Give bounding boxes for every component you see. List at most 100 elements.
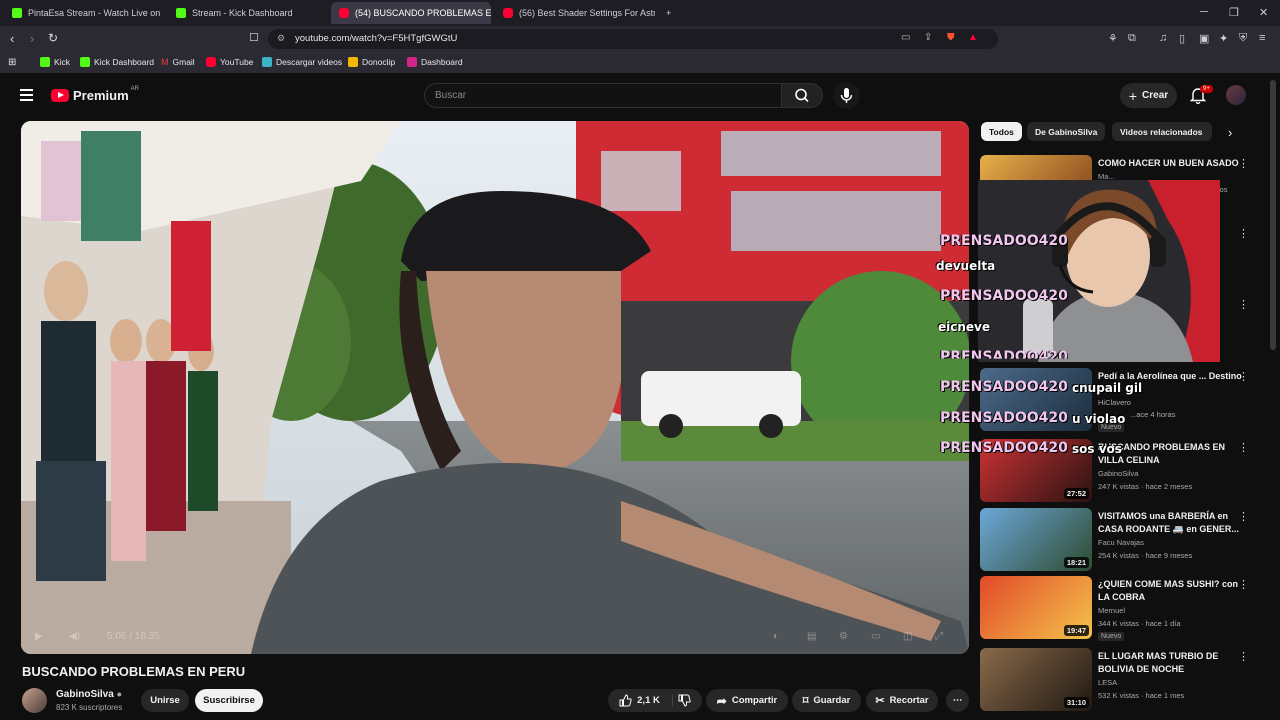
like-button[interactable]: 2,1 K bbox=[619, 694, 673, 707]
video-player[interactable]: ▶ ◀) 5:06 / 18:35 ◐ ▤ ⚙ ▭ ◫ ⤢ bbox=[21, 121, 969, 654]
tab-youtube-shader[interactable]: (56) Best Shader Settings For Astral.e bbox=[495, 2, 655, 24]
more-vert-icon[interactable]: ⋮ bbox=[1238, 441, 1249, 454]
more-actions-button[interactable]: ⋯ bbox=[946, 689, 969, 712]
chip-todos[interactable]: Todos bbox=[981, 122, 1022, 141]
fullscreen-icon[interactable]: ⤢ bbox=[935, 631, 943, 642]
chat-user: PRENSADOO420 bbox=[940, 410, 1068, 426]
forward-icon[interactable]: › bbox=[30, 31, 34, 46]
new-tab-button[interactable]: + bbox=[658, 2, 679, 24]
youtube-premium-logo[interactable]: Premium AR bbox=[51, 86, 139, 103]
kick-icon bbox=[80, 57, 90, 67]
cast-icon[interactable]: ◫ bbox=[903, 631, 912, 642]
clip-button[interactable]: ✂ Recortar bbox=[866, 689, 938, 712]
bookmark-kick[interactable]: Kick bbox=[40, 57, 70, 67]
bookmark-donoclip[interactable]: Donoclip bbox=[348, 57, 395, 67]
minimize-icon[interactable]: ─ bbox=[1200, 6, 1208, 18]
site-info-icon[interactable]: ⚙ bbox=[277, 33, 285, 44]
channel-avatar[interactable] bbox=[22, 688, 47, 713]
time-display: 5:06 / 18:35 bbox=[107, 631, 160, 642]
bookmark-youtube[interactable]: YouTube bbox=[206, 57, 253, 67]
share-icon: ➦ bbox=[716, 693, 727, 708]
brave-rewards-icon[interactable]: ▲ bbox=[968, 32, 978, 43]
subtitles-icon[interactable]: ▤ bbox=[807, 631, 816, 642]
extensions-icon[interactable]: ⚘ bbox=[1108, 32, 1118, 45]
list-item[interactable]: 31:10 EL LUGAR MAS TURBIO DE BOLIVIA DE … bbox=[980, 648, 1250, 712]
bookmark-kick-dashboard[interactable]: Kick Dashboard bbox=[80, 57, 154, 67]
search-button[interactable] bbox=[781, 83, 823, 108]
chat-user: PRENSADOO420 bbox=[940, 440, 1068, 456]
bookmark-icon[interactable]: ☐ bbox=[249, 31, 259, 44]
list-item[interactable]: 19:47 ¿QUIEN COME MAS SUSHI? con LA COBR… bbox=[980, 576, 1250, 641]
back-icon[interactable]: ‹ bbox=[10, 31, 14, 46]
more-vert-icon[interactable]: ⋮ bbox=[1238, 650, 1249, 663]
verified-icon: ● bbox=[116, 689, 123, 699]
create-button[interactable]: + Crear bbox=[1120, 83, 1177, 108]
player-controls: ▶ ◀) 5:06 / 18:35 ◐ ▤ ⚙ ▭ ◫ ⤢ bbox=[21, 618, 969, 654]
apps-icon[interactable]: ⊞ bbox=[8, 57, 16, 68]
more-vert-icon[interactable]: ⋮ bbox=[1238, 578, 1249, 591]
install-icon[interactable]: ▭ bbox=[901, 32, 910, 43]
kick-icon bbox=[40, 57, 50, 67]
brave-shield-icon[interactable]: ⛊ bbox=[947, 32, 955, 43]
notification-count-badge: 9+ bbox=[1200, 85, 1213, 93]
gmail-icon: M bbox=[161, 57, 169, 67]
autoplay-icon[interactable]: ◐ bbox=[773, 631, 779, 642]
youtube-icon bbox=[206, 57, 216, 67]
more-vert-icon[interactable]: ⋮ bbox=[1238, 227, 1249, 240]
search-input[interactable]: Buscar bbox=[424, 83, 782, 108]
thumbs-up-icon bbox=[619, 694, 632, 707]
scissors-icon: ✂ bbox=[875, 695, 885, 707]
tab-youtube-active[interactable]: (54) BUSCANDO PROBLEMAS EN ✕ bbox=[331, 2, 491, 24]
address-bar-row: ‹ › ↻ ☐ ⚙ youtube.com/watch?v=F5HTgfGWGt… bbox=[0, 26, 1280, 52]
restore-icon[interactable]: ❐ bbox=[1229, 6, 1239, 19]
chat-message: u violao bbox=[1072, 412, 1126, 426]
join-button[interactable]: Unirse bbox=[141, 689, 189, 712]
more-vert-icon[interactable]: ⋮ bbox=[1238, 510, 1249, 523]
channel-name[interactable]: GabinoSilva ● bbox=[56, 689, 122, 700]
vpn-icon[interactable]: ⛨ bbox=[1239, 32, 1247, 45]
browser-tab-bar: PintaEsa Stream - Watch Live on Stream -… bbox=[0, 0, 1280, 26]
more-vert-icon[interactable]: ⋮ bbox=[1238, 298, 1249, 311]
more-vert-icon[interactable]: ⋮ bbox=[1238, 370, 1249, 383]
chat-user: PRENSADOO420 bbox=[940, 379, 1068, 395]
chevron-right-icon[interactable]: › bbox=[1228, 125, 1232, 140]
subscribe-button[interactable]: Suscribirse bbox=[195, 689, 263, 712]
share-button[interactable]: ➦ Compartir bbox=[706, 689, 788, 712]
search-icon bbox=[795, 88, 809, 102]
video-frame bbox=[21, 121, 969, 654]
media-icon[interactable]: ♫ bbox=[1159, 32, 1167, 44]
reload-icon[interactable]: ↻ bbox=[48, 31, 58, 45]
wallet-icon[interactable]: ▣ bbox=[1199, 32, 1209, 45]
thumbs-down-icon[interactable] bbox=[678, 694, 691, 707]
kick-icon bbox=[176, 8, 186, 18]
sidebar-icon[interactable]: ▯ bbox=[1179, 32, 1185, 45]
bookmark-dashboard[interactable]: Dashboard bbox=[407, 57, 463, 67]
bookmark-gmail[interactable]: M Gmail bbox=[161, 57, 195, 67]
chip-videos-relacionados[interactable]: Videos relacionados bbox=[1112, 122, 1212, 141]
leo-icon[interactable]: ✦ bbox=[1219, 32, 1228, 45]
miniplayer-icon[interactable]: ▭ bbox=[871, 631, 880, 642]
screenshot-icon[interactable]: ⧉ bbox=[1128, 32, 1136, 45]
volume-icon[interactable]: ◀) bbox=[69, 631, 80, 642]
chat-message: eicneve bbox=[938, 320, 991, 334]
video-thumbnail: 31:10 bbox=[980, 648, 1092, 711]
save-button[interactable]: ⌑ Guardar bbox=[792, 689, 861, 712]
settings-icon[interactable]: ⚙ bbox=[839, 631, 848, 642]
share-icon[interactable]: ⇪ bbox=[924, 32, 932, 43]
voice-search-button[interactable] bbox=[833, 82, 860, 109]
hamburger-menu-icon[interactable] bbox=[20, 89, 33, 104]
list-item[interactable]: 18:21 VISITAMOS una BARBERÍA en CASA ROD… bbox=[980, 508, 1250, 572]
tab-kick-dashboard[interactable]: Stream - Kick Dashboard bbox=[168, 2, 328, 24]
account-avatar[interactable] bbox=[1226, 85, 1246, 105]
close-window-icon[interactable]: ✕ bbox=[1259, 6, 1268, 19]
more-vert-icon[interactable]: ⋮ bbox=[1238, 157, 1249, 170]
menu-icon[interactable]: ≡ bbox=[1259, 32, 1265, 44]
play-icon[interactable]: ▶ bbox=[35, 631, 43, 642]
chip-de-gabinosilva[interactable]: De GabinoSilva bbox=[1027, 122, 1106, 141]
bookmark-descargar-videos[interactable]: Descargar videos bbox=[262, 57, 342, 67]
subscriber-count: 823 K suscriptores bbox=[56, 703, 123, 712]
scrollbar[interactable] bbox=[1270, 80, 1276, 350]
youtube-icon bbox=[51, 89, 69, 102]
tab-kick-stream[interactable]: PintaEsa Stream - Watch Live on bbox=[4, 2, 164, 24]
url-input[interactable]: ⚙ youtube.com/watch?v=F5HTgfGWGtU ▭ ⇪ ⛊ … bbox=[268, 29, 998, 49]
